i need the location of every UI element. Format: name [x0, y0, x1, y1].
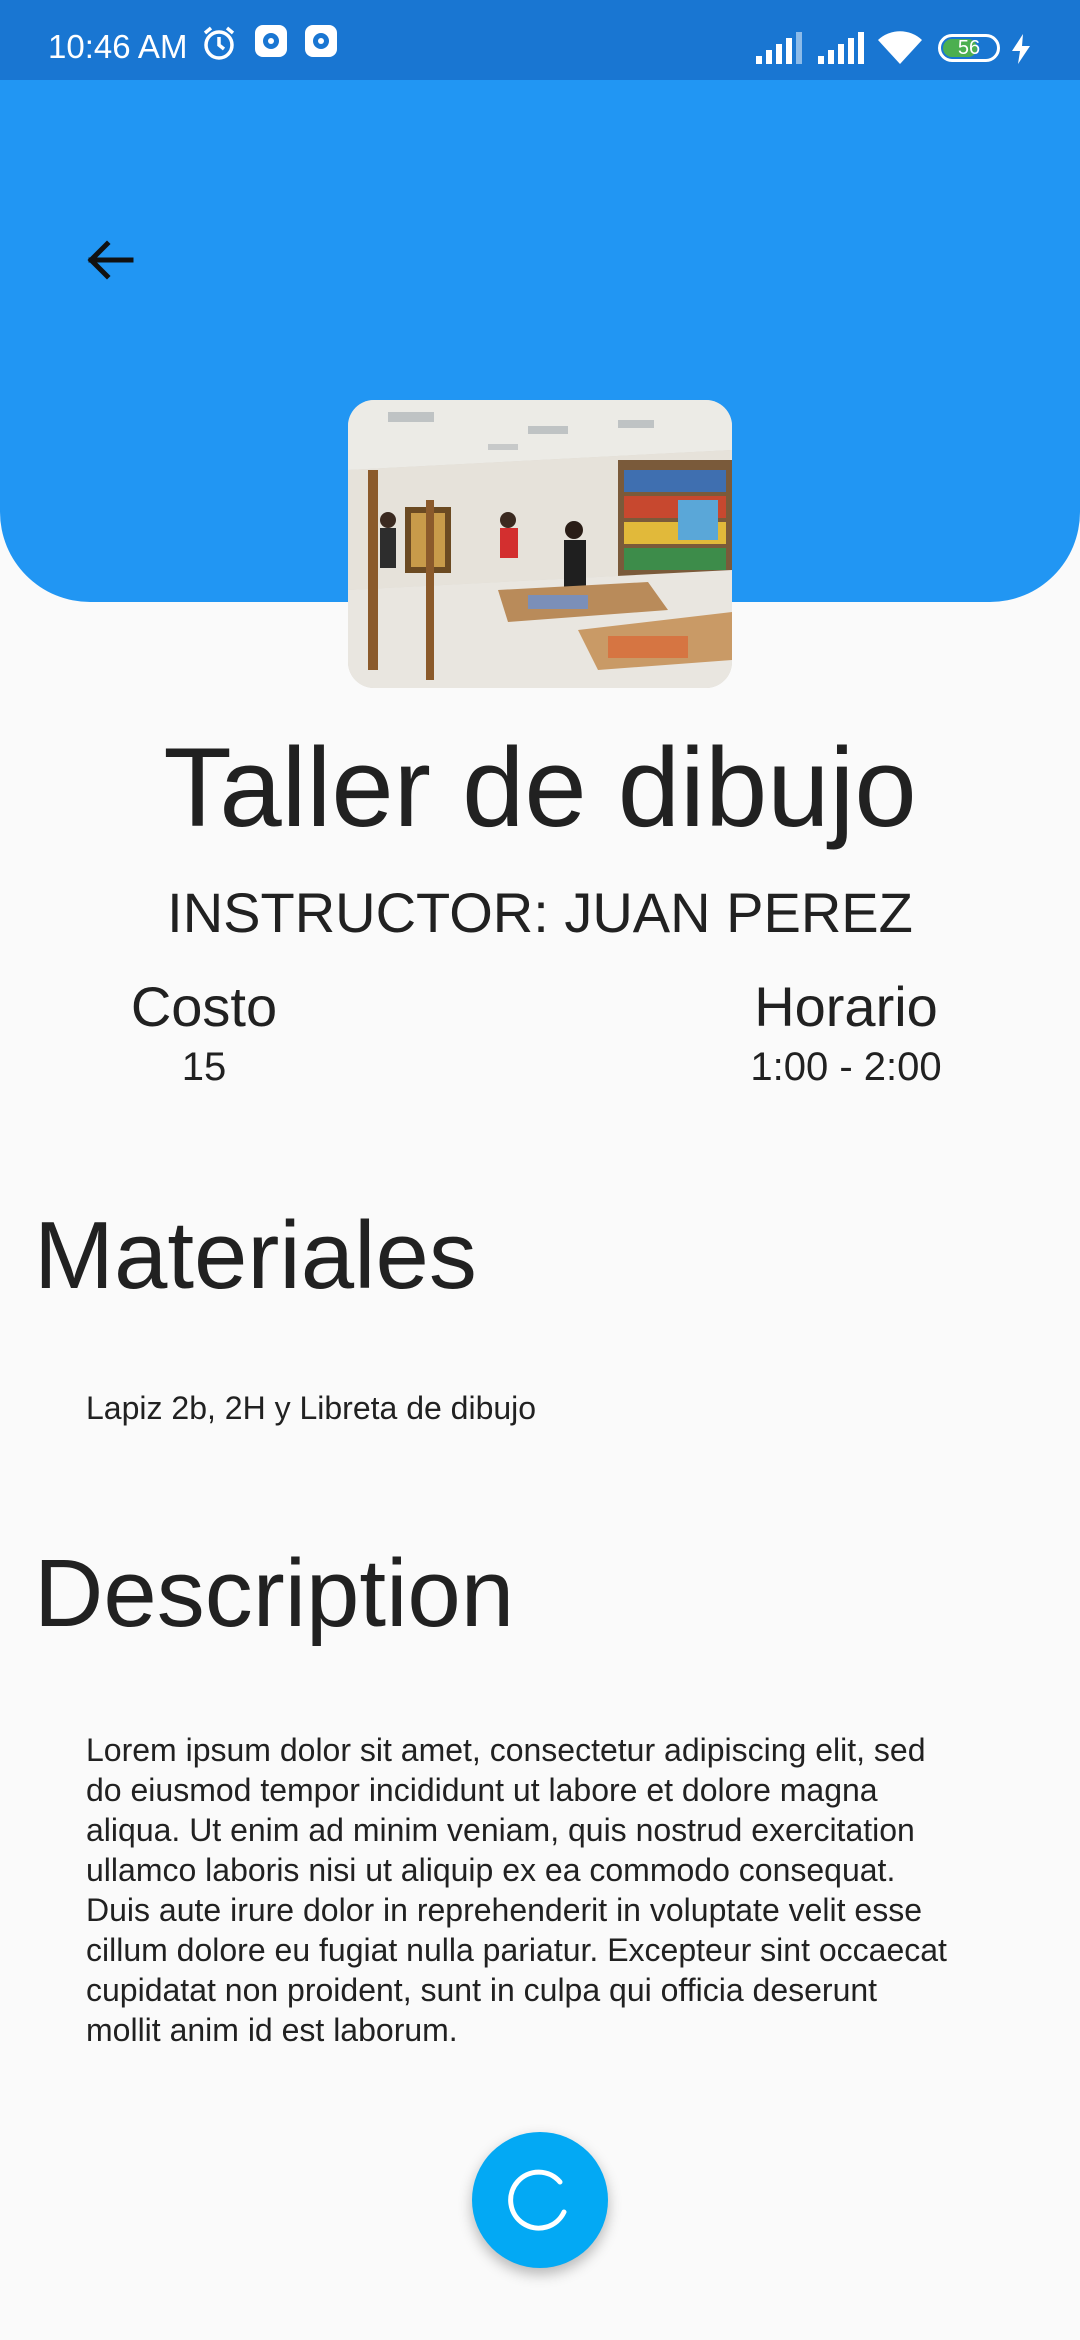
description-line: cupidatat non proident, sunt in culpa qu… — [86, 1972, 878, 2008]
materials-text: Lapiz 2b, 2H y Libreta de dibujo — [86, 1390, 537, 1426]
refresh-button[interactable] — [472, 2132, 608, 2268]
cost-value: 15 — [181, 1045, 227, 1089]
signal-icon — [818, 32, 864, 64]
arrow-back-icon — [87, 240, 134, 280]
description-line: Lorem ipsum dolor sit amet, consectetur … — [86, 1732, 926, 1768]
settings-notification-icon — [305, 25, 337, 57]
description-line: do eiusmod tempor incididunt ut labore e… — [86, 1772, 878, 1808]
schedule-value: 1:00 - 2:00 — [750, 1045, 942, 1089]
cost-block: Costo 15 — [112, 974, 296, 1094]
back-button[interactable] — [72, 222, 148, 298]
course-title: Taller de dibujo — [163, 725, 917, 850]
refresh-icon — [508, 2169, 567, 2231]
wifi-icon — [878, 31, 922, 64]
description-line: ullamco laboris nisi ut aliquip ex ea co… — [86, 1852, 896, 1888]
art-workshop-photo — [348, 400, 732, 688]
description-line: cillum dolore eu fugiat nulla pariatur. … — [86, 1932, 947, 1968]
workshop-image — [348, 400, 732, 688]
description-heading: Description — [34, 1540, 515, 1647]
settings-notification-icon — [255, 25, 287, 57]
battery-level: 56 — [957, 37, 981, 59]
schedule-block: Horario 1:00 - 2:00 — [732, 974, 960, 1094]
alarm-icon — [203, 26, 235, 60]
status-time: 10:46 AM — [48, 28, 188, 65]
cost-label: Costo — [130, 975, 278, 1038]
charging-icon — [1012, 34, 1030, 64]
signal-icon — [756, 32, 802, 64]
status-bar: 10:46 AM 56 — [0, 0, 1080, 80]
battery-icon: 56 — [938, 34, 1000, 62]
instructor-name: INSTRUCTOR: JUAN PEREZ — [167, 881, 913, 944]
description-line: mollit anim id est laborum. — [86, 2012, 458, 2048]
description-text: Lorem ipsum dolor sit amet, consectetur … — [86, 1730, 1006, 2050]
description-line: Duis aute irure dolor in reprehenderit i… — [86, 1892, 923, 1928]
materials-heading: Materiales — [34, 1202, 477, 1309]
schedule-label: Horario — [754, 975, 938, 1038]
description-line: aliqua. Ut enim ad minim veniam, quis no… — [86, 1812, 915, 1848]
